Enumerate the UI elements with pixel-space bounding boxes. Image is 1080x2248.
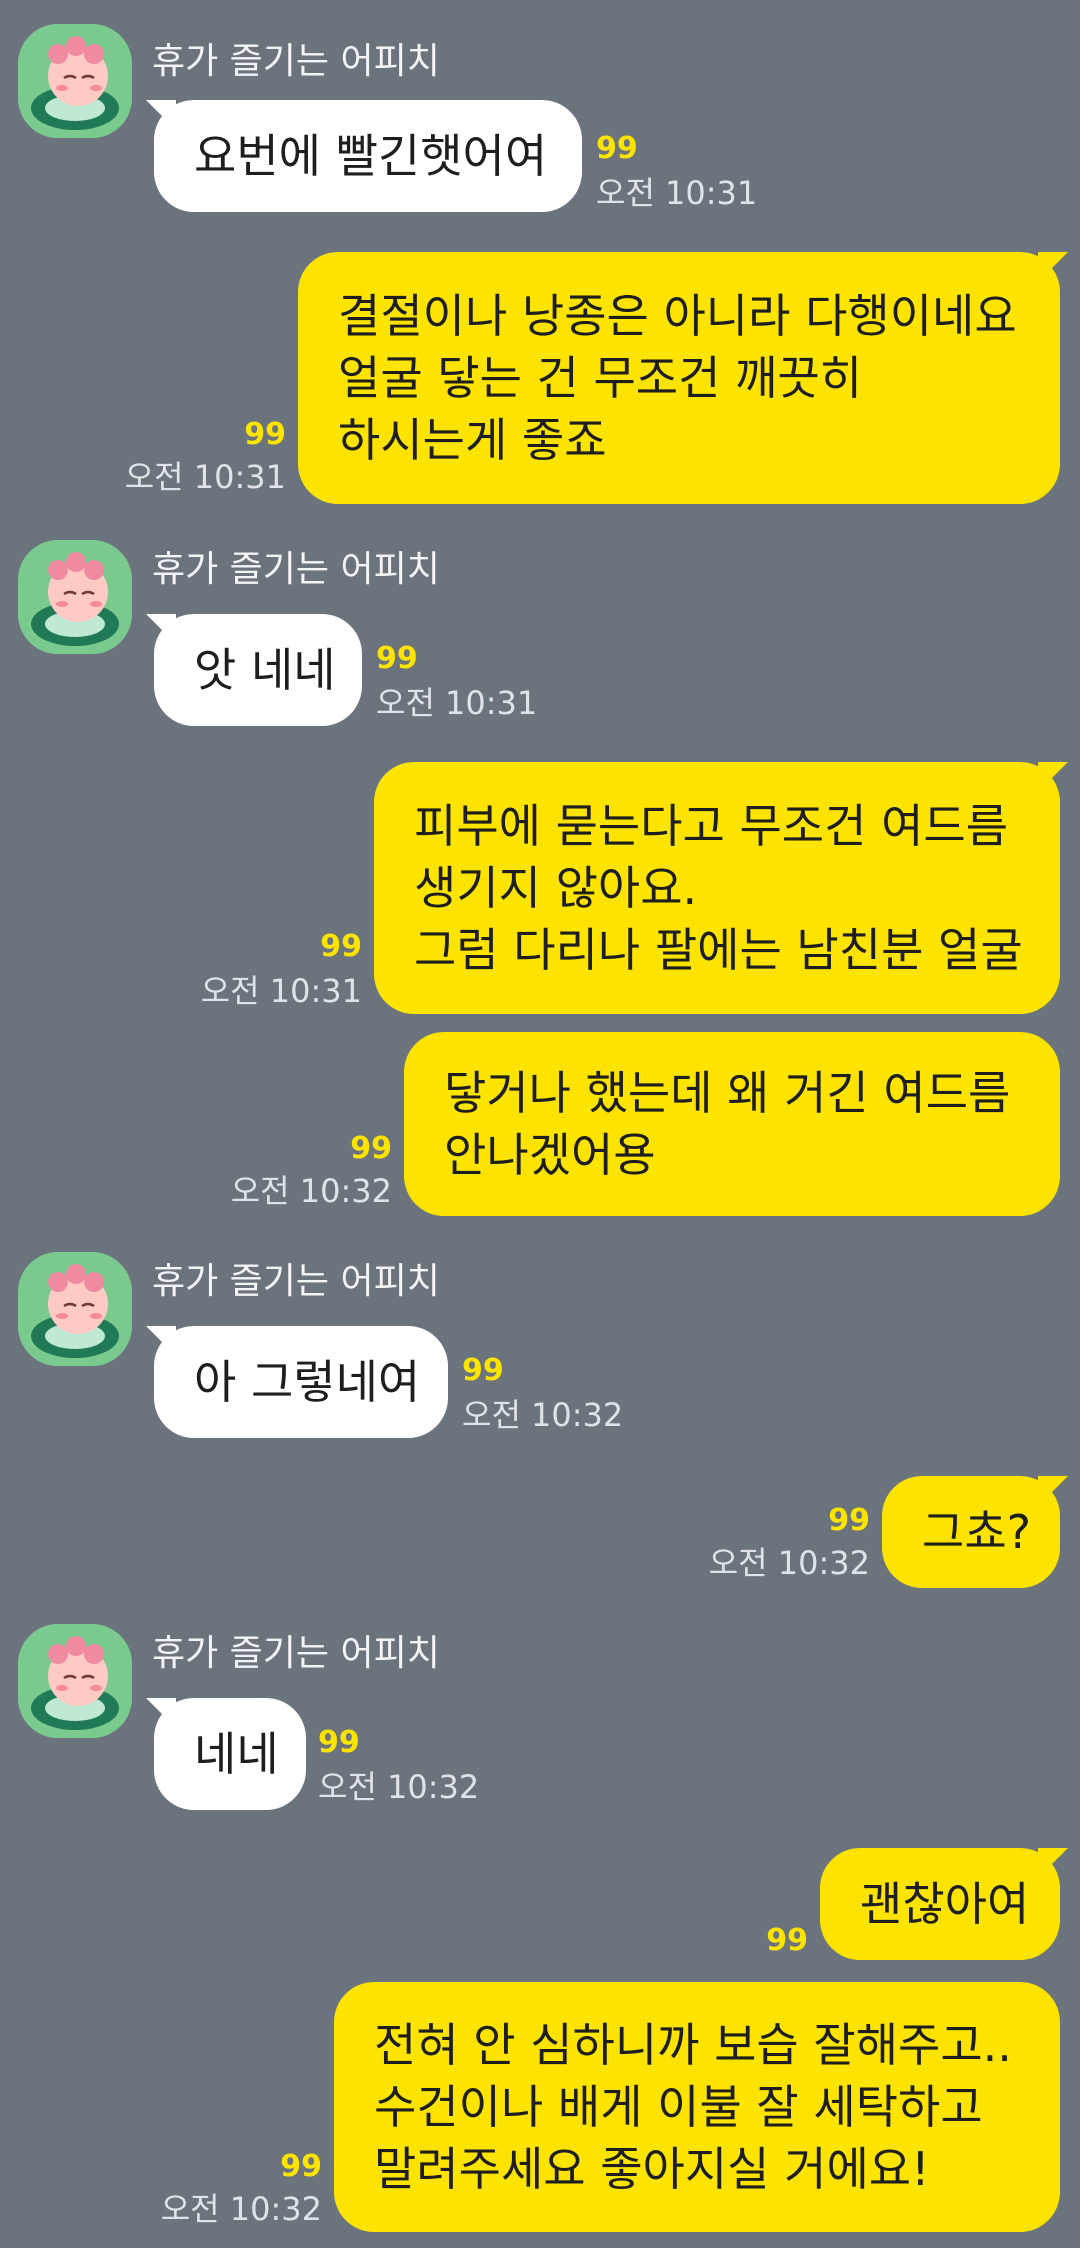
sender-name: 휴가 즐기는 어피치 — [152, 1261, 440, 1302]
unread-count: 99 — [596, 131, 638, 166]
unread-count: 99 — [320, 929, 362, 964]
timestamp: 오전 10:32 — [318, 1768, 480, 1806]
message-bubble[interactable]: 피부에 묻는다고 무조건 여드름 생기지 않아요. 그럼 다리나 팔에는 남친분… — [374, 762, 1060, 1014]
avatar[interactable] — [18, 540, 132, 654]
message-text: 안나겠어용 — [444, 1128, 656, 1182]
message-bubble[interactable]: 괜찮아여 — [820, 1848, 1060, 1960]
message-bubble[interactable]: 앗 네네 — [154, 614, 362, 726]
message-bubble[interactable]: 아 그렇네여 — [154, 1326, 448, 1438]
apeach-avatar-icon — [18, 1624, 132, 1738]
message-bubble[interactable]: 전혀 안 심하니까 보습 잘해주고.. 수건이나 배게 이불 잘 세탁하고 말려… — [334, 1982, 1060, 2232]
sender-name: 휴가 즐기는 어피치 — [152, 1633, 440, 1674]
message-text: 괜찮아여 — [860, 1877, 1030, 1931]
message-bubble[interactable]: 네네 — [154, 1698, 306, 1810]
timestamp: 오전 10:32 — [708, 1544, 870, 1582]
unread-count: 99 — [828, 1503, 870, 1538]
message-text: 닿거나 했는데 왜 거긴 여드름 — [444, 1066, 1011, 1120]
unread-count: 99 — [766, 1923, 808, 1958]
message-bubble[interactable]: 결절이나 낭종은 아니라 다행이네요 얼굴 닿는 건 무조건 깨끗히 하시는게 … — [298, 252, 1060, 504]
sender-name: 휴가 즐기는 어피치 — [152, 41, 440, 82]
timestamp: 오전 10:32 — [230, 1172, 392, 1210]
message-bubble[interactable]: 그쵸? — [882, 1476, 1060, 1588]
message-text: 전혀 안 심하니까 보습 잘해주고.. — [374, 2018, 1012, 2072]
apeach-avatar-icon — [18, 1252, 132, 1366]
message-text: 말려주세요 좋아지실 거에요! — [374, 2142, 930, 2196]
unread-count: 99 — [280, 2149, 322, 2184]
message-text: 아 그렇네여 — [194, 1355, 421, 1409]
message-text: 결절이나 낭종은 아니라 다행이네요 — [338, 289, 1017, 343]
timestamp: 오전 10:32 — [160, 2190, 322, 2228]
message-text: 피부에 묻는다고 무조건 여드름 — [414, 799, 1009, 853]
avatar[interactable] — [18, 1624, 132, 1738]
unread-count: 99 — [244, 417, 286, 452]
message-text: 앗 네네 — [194, 643, 336, 697]
timestamp: 오전 10:31 — [376, 684, 538, 722]
timestamp: 오전 10:32 — [462, 1396, 624, 1434]
message-bubble[interactable]: 요번에 빨긴햇어여 — [154, 100, 582, 212]
message-text: 얼굴 닿는 건 무조건 깨끗히 — [338, 351, 863, 405]
unread-count: 99 — [350, 1131, 392, 1166]
unread-count: 99 — [318, 1725, 360, 1760]
apeach-avatar-icon — [18, 24, 132, 138]
message-bubble[interactable]: 닿거나 했는데 왜 거긴 여드름 안나겠어용 — [404, 1032, 1060, 1216]
unread-count: 99 — [462, 1353, 504, 1388]
avatar[interactable] — [18, 1252, 132, 1366]
timestamp: 오전 10:31 — [200, 972, 362, 1010]
message-text: 요번에 빨긴햇어여 — [194, 129, 548, 183]
apeach-avatar-icon — [18, 540, 132, 654]
message-text: 생기지 않아요. — [414, 861, 698, 915]
timestamp: 오전 10:31 — [596, 174, 758, 212]
sender-name: 휴가 즐기는 어피치 — [152, 549, 440, 590]
message-text: 하시는게 좋죠 — [338, 413, 607, 467]
message-text: 그쵸? — [922, 1505, 1032, 1559]
message-text: 수건이나 배게 이불 잘 세탁하고 — [374, 2080, 983, 2134]
unread-count: 99 — [376, 641, 418, 676]
timestamp: 오전 10:31 — [124, 458, 286, 496]
message-text: 그럼 다리나 팔에는 남친분 얼굴 — [414, 923, 1023, 977]
avatar[interactable] — [18, 24, 132, 138]
message-text: 네네 — [194, 1727, 279, 1781]
